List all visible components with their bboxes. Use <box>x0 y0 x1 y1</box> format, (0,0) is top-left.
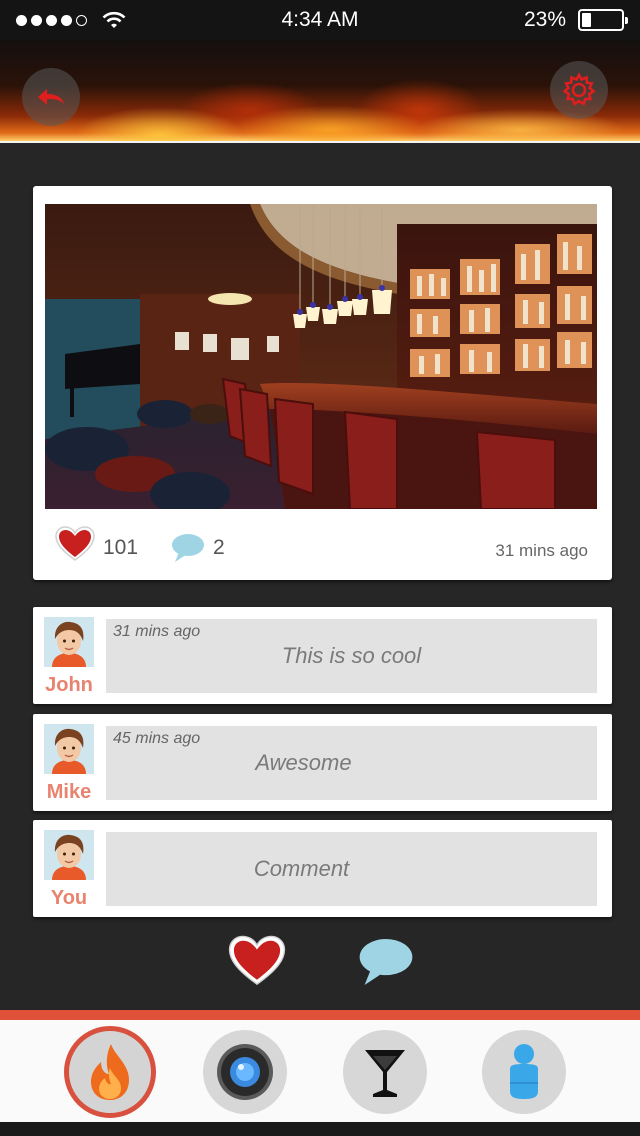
camera-lens-icon <box>217 1044 273 1100</box>
home-indicator-strip <box>0 1122 640 1136</box>
signal-dot <box>31 14 42 26</box>
commenter-name[interactable]: John <box>33 674 105 697</box>
settings-button[interactable] <box>550 61 608 119</box>
comment-input[interactable]: Comment <box>106 832 597 906</box>
battery-fill <box>582 13 591 27</box>
like-button[interactable] <box>228 935 286 987</box>
tab-bar <box>0 1020 640 1122</box>
commenter-name[interactable]: Mike <box>33 781 105 804</box>
signal-dot <box>46 14 57 26</box>
tab-profile[interactable] <box>482 1030 566 1114</box>
back-arrow-icon <box>38 89 64 105</box>
heart-icon[interactable] <box>55 526 95 562</box>
signal-dot <box>76 14 87 26</box>
comment-card: Mike 45 mins ago Awesome <box>33 714 612 811</box>
comment-placeholder: Comment <box>253 856 350 881</box>
wifi-icon <box>102 11 126 28</box>
status-bar: 4:34 AM 23% <box>0 0 640 40</box>
avatar-boy-image <box>44 617 94 667</box>
signal-dot <box>16 14 27 26</box>
back-button[interactable] <box>22 68 80 126</box>
battery-percent: 23% <box>523 8 566 31</box>
comment-text: Awesome <box>255 750 352 775</box>
signal-strength <box>16 10 127 30</box>
comment-body: 31 mins ago This is so cool <box>106 619 597 693</box>
post-photo[interactable] <box>45 204 597 509</box>
signal-dot <box>61 14 72 26</box>
header-flames <box>0 40 640 143</box>
gear-icon <box>562 72 596 106</box>
tab-camera[interactable] <box>203 1030 287 1114</box>
battery-status: 23% <box>523 8 628 32</box>
tab-hot[interactable] <box>64 1026 156 1118</box>
tab-drinks[interactable] <box>343 1030 427 1114</box>
battery-icon <box>578 9 628 31</box>
flame-icon <box>91 1044 129 1100</box>
post-card: 101 2 31 mins ago <box>33 186 612 580</box>
post-timestamp: 31 mins ago <box>495 541 588 560</box>
comment-timestamp: 31 mins ago <box>113 623 201 640</box>
likes-count: 101 <box>103 536 139 559</box>
compose-author-name: You <box>50 887 88 909</box>
comments-count: 2 <box>213 536 225 559</box>
bar-interior-photo <box>45 204 597 509</box>
comment-button[interactable] <box>358 937 414 987</box>
person-icon <box>510 1044 538 1099</box>
comment-body: 45 mins ago Awesome <box>106 726 597 800</box>
comment-text: This is so cool <box>281 643 422 668</box>
tab-bar-divider <box>0 1010 640 1020</box>
comment-timestamp: 45 mins ago <box>113 730 201 747</box>
compose-card: You Comment <box>33 820 612 917</box>
comment-card: John 31 mins ago This is so cool <box>33 607 612 704</box>
post-stats: 101 2 31 mins ago <box>33 516 612 576</box>
comment-bubble-icon[interactable] <box>171 533 205 563</box>
cocktail-glass-icon <box>365 1050 405 1097</box>
avatar[interactable] <box>44 617 94 667</box>
